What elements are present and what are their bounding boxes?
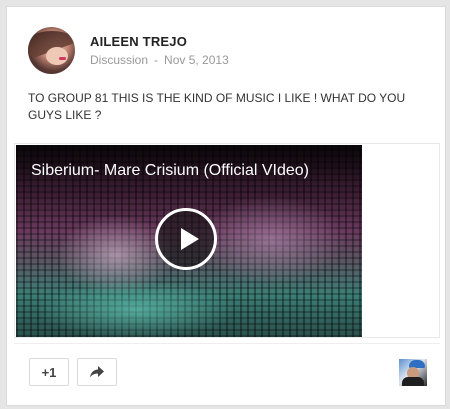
- play-icon[interactable]: [155, 208, 217, 270]
- share-icon: [90, 366, 104, 378]
- avatar-lips: [59, 57, 66, 60]
- plus-one-button[interactable]: +1: [29, 358, 69, 386]
- video-embed: Siberium- Mare Crisium (Official VIdeo): [14, 143, 440, 338]
- actions-divider: [14, 343, 440, 344]
- author-avatar[interactable]: [28, 27, 75, 74]
- meta-separator: -: [154, 53, 159, 67]
- video-player[interactable]: Siberium- Mare Crisium (Official VIdeo): [16, 145, 362, 337]
- author-name[interactable]: AILEEN TREJO: [90, 34, 187, 49]
- video-title[interactable]: Siberium- Mare Crisium (Official VIdeo): [31, 162, 309, 180]
- share-button[interactable]: [77, 358, 117, 386]
- post-body-text: TO GROUP 81 THIS IS THE KIND OF MUSIC I …: [28, 91, 406, 122]
- video-frame-highlight: [196, 195, 346, 285]
- post-date[interactable]: Nov 5, 2013: [164, 53, 229, 67]
- play-triangle: [181, 228, 199, 250]
- viewer-avatar[interactable]: [399, 359, 427, 386]
- avatar-face: [46, 47, 68, 65]
- video-frame-highlight: [36, 280, 236, 337]
- post-category[interactable]: Discussion: [90, 53, 148, 67]
- post-meta: Discussion - Nov 5, 2013: [90, 53, 229, 67]
- post-card: AILEEN TREJO Discussion - Nov 5, 2013 TO G…: [6, 6, 446, 406]
- avatar-body: [402, 377, 424, 386]
